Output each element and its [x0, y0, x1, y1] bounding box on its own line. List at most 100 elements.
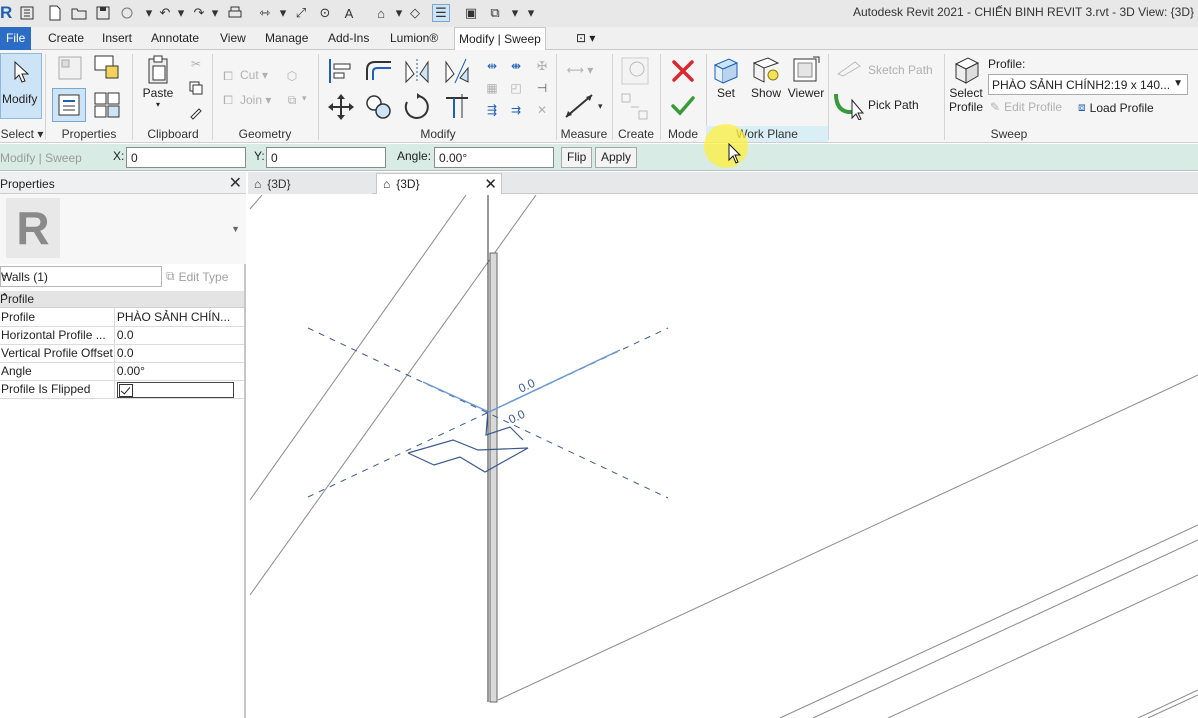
dimension-icon[interactable]: ⤢ — [292, 4, 310, 22]
cut-geometry-label[interactable]: Cut ▾ — [240, 68, 268, 82]
family-types-icon[interactable] — [92, 54, 122, 82]
customize-qat-icon[interactable]: ▾ — [522, 4, 540, 22]
measure-between-icon[interactable]: ⟷ ▾ — [562, 60, 598, 80]
align-icon[interactable] — [326, 56, 356, 86]
edit-type-button[interactable]: ⧉ Edit Type — [166, 266, 228, 287]
modify-button[interactable]: Modify — [0, 53, 42, 119]
view-tab-3d-active[interactable]: ⌂ {3D} ✕ — [376, 173, 502, 194]
sketch-path-icon[interactable] — [834, 58, 864, 78]
join-geometry-icon[interactable]: ⧠ — [218, 90, 238, 110]
property-group-header[interactable]: Profile ⌃ — [0, 291, 244, 308]
switch-windows-icon[interactable]: ⧉ — [486, 4, 504, 22]
scale-icon[interactable]: ◰ — [506, 78, 526, 98]
show-work-plane-button[interactable]: Show — [746, 54, 786, 100]
rotate-icon[interactable] — [402, 92, 432, 122]
mirror-pick-axis-icon[interactable] — [402, 56, 432, 86]
split-gap-icon[interactable]: ⇼ — [506, 56, 526, 76]
pick-path-button[interactable]: Pick Path — [868, 98, 919, 112]
revit-logo[interactable]: R — [0, 3, 12, 23]
aligned-dimension-icon[interactable]: ▾ — [562, 90, 606, 122]
cut-geometry-icon[interactable]: ⧠ — [218, 66, 238, 86]
select-panel-label[interactable]: Select ▾ — [0, 126, 44, 142]
ribbon-minimize-icon[interactable]: ⊡ ▾ — [572, 27, 599, 50]
unpin-icon[interactable]: ✠ — [532, 56, 552, 76]
y-input[interactable] — [266, 147, 386, 168]
finish-edit-icon[interactable] — [668, 90, 698, 120]
sketch-path-button[interactable]: Sketch Path — [868, 63, 933, 77]
sync-icon[interactable] — [118, 4, 136, 22]
measure-dropdown-icon[interactable]: ▾ — [274, 4, 292, 22]
thin-lines-icon[interactable]: ☰ — [432, 4, 450, 22]
profile-flipped-checkbox[interactable] — [118, 383, 133, 397]
angle-input[interactable] — [434, 147, 554, 168]
print-icon[interactable] — [226, 4, 244, 22]
tab-create[interactable]: Create — [44, 27, 88, 50]
property-value[interactable]: 0.00° — [114, 362, 244, 381]
paste-button[interactable]: Paste ▾ — [140, 54, 176, 109]
pick-path-icon[interactable] — [832, 88, 866, 120]
section-icon[interactable]: ◇ — [406, 4, 424, 22]
delete-icon[interactable]: ✕ — [532, 100, 552, 120]
profile-dropdown[interactable]: PHÀO SẢNH CHÍNH2:19 x 140... ▼ — [988, 74, 1188, 95]
text-icon[interactable]: A — [340, 4, 358, 22]
type-selector[interactable]: R ▼ — [0, 194, 246, 264]
tab-lumion[interactable]: Lumion® — [386, 27, 442, 50]
split-face-icon[interactable]: ⧉ — [282, 90, 302, 110]
close-icon[interactable]: ✕ — [229, 173, 242, 193]
x-input[interactable] — [126, 147, 246, 168]
measure-icon[interactable]: ⇿ — [256, 4, 274, 22]
flip-button[interactable]: Flip — [561, 147, 593, 168]
mirror-draw-axis-icon[interactable] — [442, 56, 472, 86]
close-icon[interactable]: ✕ — [484, 175, 497, 193]
cancel-edit-icon[interactable] — [668, 56, 698, 86]
recent-files-icon[interactable] — [18, 4, 36, 22]
tab-view[interactable]: View — [216, 27, 250, 50]
move-icon[interactable] — [326, 92, 356, 122]
property-value[interactable]: 0.0 — [114, 326, 244, 345]
array-icon[interactable]: ▦ — [482, 78, 502, 98]
property-value[interactable]: PHÀO SẢNH CHÍN... — [114, 308, 244, 327]
tab-manage[interactable]: Manage — [261, 27, 312, 50]
offset-icon[interactable] — [364, 56, 394, 86]
trim-single-icon[interactable]: ⇶ — [482, 100, 502, 120]
tag-icon[interactable]: ⊙ — [316, 4, 334, 22]
properties-icon[interactable] — [52, 88, 86, 122]
tab-add-ins[interactable]: Add-Ins — [324, 27, 373, 50]
undo-dropdown-icon[interactable]: ▾ — [172, 4, 190, 22]
type-properties-icon[interactable] — [56, 54, 84, 82]
edit-profile-button[interactable]: ✎ Edit Profile — [990, 100, 1062, 114]
create-similar-icon[interactable] — [618, 54, 652, 88]
load-profile-button[interactable]: ⧈ Load Profile — [1078, 100, 1154, 115]
new-file-icon[interactable] — [46, 4, 64, 22]
open-folder-icon[interactable] — [70, 4, 88, 22]
tab-annotate[interactable]: Annotate — [147, 27, 203, 50]
copy-element-icon[interactable] — [364, 92, 394, 122]
temporary-dimension[interactable]: 0.0 — [506, 407, 527, 427]
copy-icon[interactable] — [186, 78, 206, 98]
match-type-icon[interactable] — [186, 102, 206, 122]
split-element-icon[interactable]: ⇹ — [482, 56, 502, 76]
drawing-canvas[interactable]: 0.0 0.0 — [248, 195, 1198, 718]
tab-file[interactable]: File — [0, 27, 32, 50]
cut-icon[interactable]: ✂ — [186, 54, 206, 74]
close-hidden-icon[interactable]: ▣ — [462, 4, 480, 22]
create-group-icon[interactable] — [618, 90, 652, 124]
trim-multiple-icon[interactable]: ⇉ — [506, 100, 526, 120]
properties-filter-dropdown[interactable]: Walls (1) ⌄ — [0, 266, 162, 287]
select-profile-button[interactable]: Select Profile — [946, 54, 986, 114]
apply-button[interactable]: Apply — [595, 147, 638, 168]
split-face-dropdown-icon[interactable]: ▾ — [302, 93, 307, 104]
set-work-plane-button[interactable]: Set — [708, 54, 744, 100]
wall-joins-icon[interactable]: ⬡ — [282, 66, 302, 86]
temporary-dimension[interactable]: 0.0 — [516, 376, 537, 396]
pin-icon[interactable]: ⊣ — [532, 78, 552, 98]
trim-extend-icon[interactable] — [442, 90, 472, 120]
type-selector-dropdown-icon[interactable]: ▼ — [231, 224, 240, 234]
redo-dropdown-icon[interactable]: ▾ — [206, 4, 224, 22]
collapse-icon[interactable]: ⌃ — [0, 291, 239, 304]
property-value[interactable]: 0.0 — [114, 344, 244, 363]
family-category-icon[interactable] — [92, 90, 122, 120]
viewer-button[interactable]: Viewer — [786, 54, 826, 100]
save-icon[interactable] — [94, 4, 112, 22]
tab-modify-sweep[interactable]: Modify | Sweep — [454, 27, 546, 51]
